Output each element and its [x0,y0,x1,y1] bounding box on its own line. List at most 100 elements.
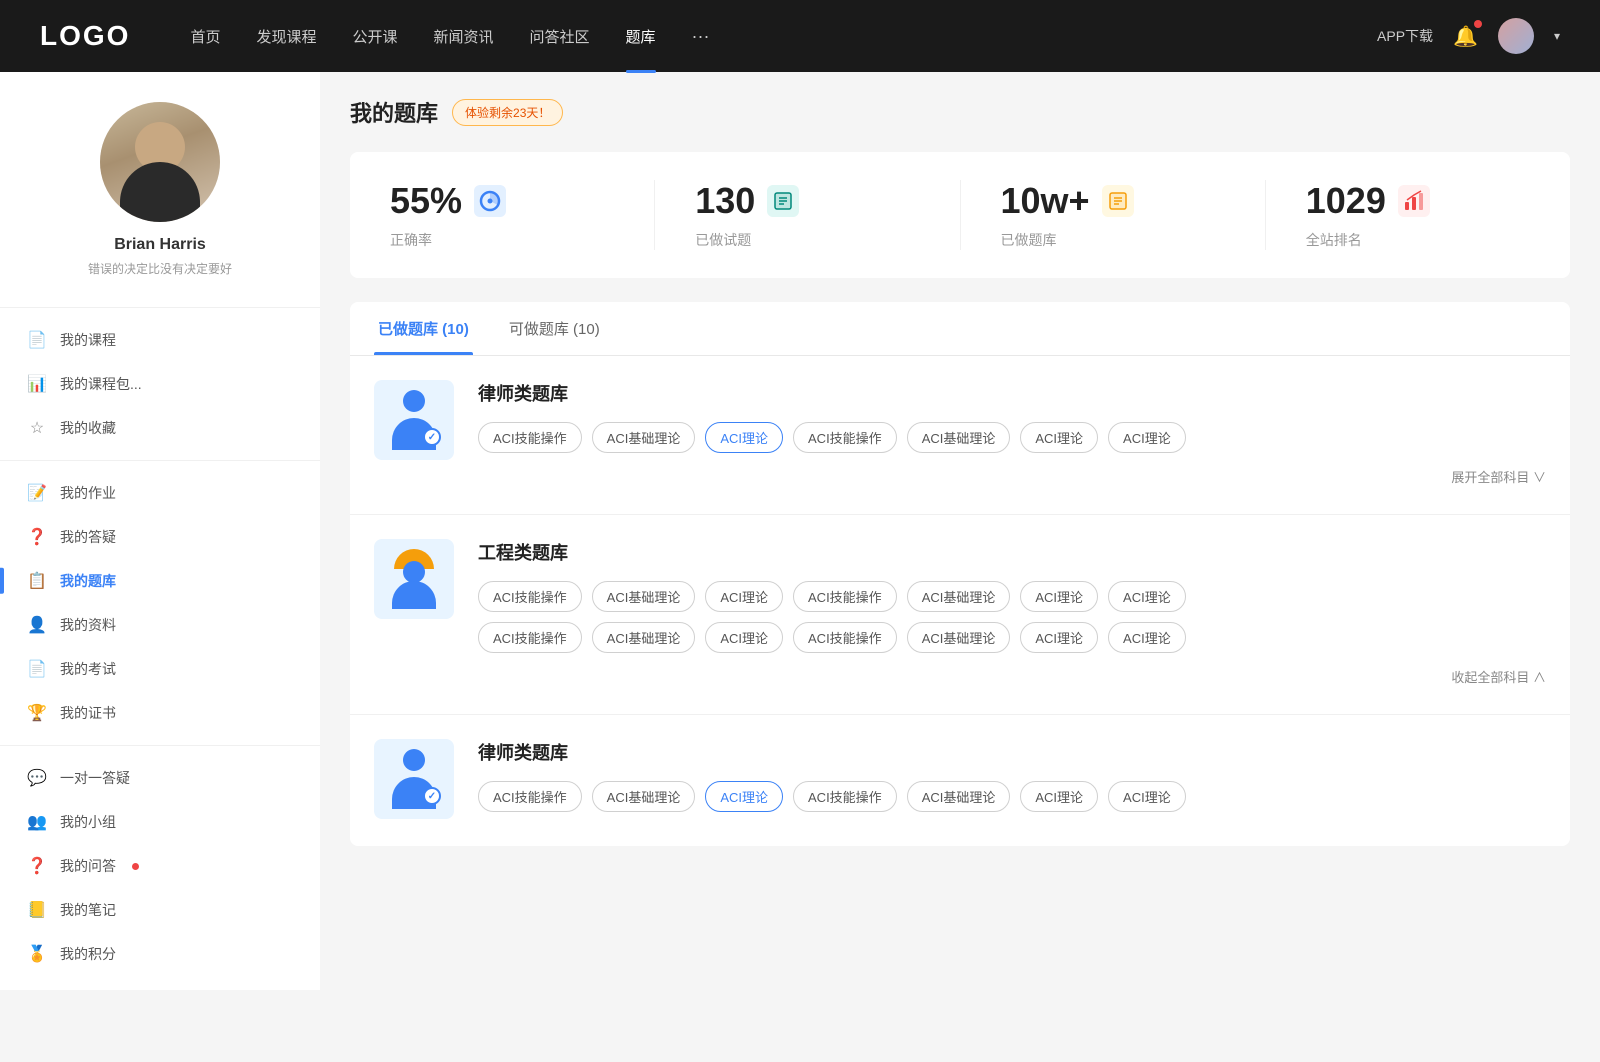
nav-bank[interactable]: 题库 [626,22,656,51]
tags-row-engineer-1: ACI技能操作 ACI基础理论 ACI理论 ACI技能操作 ACI基础理论 AC… [478,581,1546,612]
sidebar-item-label: 我的笔记 [60,900,116,920]
sidebar-item-certificate[interactable]: 🏆 我的证书 [0,691,320,735]
sidebar-item-myqa[interactable]: ❓ 我的问答 [0,844,320,888]
sidebar-item-label: 我的题库 [60,571,116,591]
stat-questions-value: 130 [695,180,755,222]
tags-row-lawyer-1: ACI技能操作 ACI基础理论 ACI理论 ACI技能操作 ACI基础理论 AC… [478,422,1546,453]
stat-top: 1029 [1306,180,1430,222]
notification-bell-icon[interactable]: 🔔 [1453,24,1478,49]
stat-top: 130 [695,180,799,222]
tag[interactable]: ACI理论 [1020,781,1098,812]
logo: LOGO [40,20,130,52]
tag[interactable]: ACI基础理论 [592,422,696,453]
tag[interactable]: ACI理论 [705,622,783,653]
nav-qa[interactable]: 问答社区 [530,22,590,51]
stat-questions: 130 已做试题 [655,180,960,250]
tag[interactable]: ACI理论 [1108,781,1186,812]
profile-icon: 👤 [28,616,46,634]
bank-icon: 📋 [28,572,46,590]
tag[interactable]: ACI基础理论 [592,622,696,653]
tag[interactable]: ACI技能操作 [793,622,897,653]
chevron-down-icon[interactable]: ▾ [1554,29,1560,43]
tag[interactable]: ACI理论 [1108,581,1186,612]
bank-title-engineer: 工程类题库 [478,539,1546,565]
sidebar-item-label: 我的问答 [60,856,116,876]
main-content: 我的题库 体验剩余23天！ 55% 正确率 [320,72,1600,990]
header-right: APP下载 🔔 ▾ [1377,18,1560,54]
tag[interactable]: ACI理论 [1020,622,1098,653]
stat-banks: 10w+ 已做题库 [961,180,1266,250]
nav-more-icon[interactable]: ··· [692,26,710,47]
sidebar-item-profile[interactable]: 👤 我的资料 [0,603,320,647]
tag[interactable]: ACI理论 [705,581,783,612]
nav-discover[interactable]: 发现课程 [256,22,316,51]
tab-done[interactable]: 已做题库 (10) [374,302,473,355]
sidebar-item-label: 一对一答疑 [60,768,130,788]
tag[interactable]: ACI基础理论 [907,781,1011,812]
stat-accuracy-label: 正确率 [390,230,432,250]
1on1-icon: 💬 [28,769,46,787]
bank-icon-lawyer [374,380,454,460]
sidebar-item-group[interactable]: 👥 我的小组 [0,800,320,844]
app-download-button[interactable]: APP下载 [1377,26,1433,46]
tag[interactable]: ACI技能操作 [478,581,582,612]
tag[interactable]: ACI技能操作 [793,581,897,612]
sidebar-item-bank[interactable]: 📋 我的题库 [0,559,320,603]
sidebar-item-1on1[interactable]: 💬 一对一答疑 [0,756,320,800]
tag[interactable]: ACI基础理论 [907,422,1011,453]
tag[interactable]: ACI基础理论 [907,581,1011,612]
bank-item-lawyer-2: 律师类题库 ACI技能操作 ACI基础理论 ACI理论 ACI技能操作 ACI基… [350,715,1570,846]
sidebar-menu: 📄 我的课程 📊 我的课程包... ☆ 我的收藏 📝 我的作业 ❓ 我的答疑 � [0,318,320,976]
tab-todo[interactable]: 可做题库 (10) [505,302,604,355]
sidebar-item-points[interactable]: 🏅 我的积分 [0,932,320,976]
sidebar-item-label: 我的证书 [60,703,116,723]
notes-icon: 📒 [28,901,46,919]
tag[interactable]: ACI技能操作 [478,422,582,453]
sidebar-item-course[interactable]: 📄 我的课程 [0,318,320,362]
exam-icon: 📄 [28,660,46,678]
main-nav: 首页 发现课程 公开课 新闻资讯 问答社区 题库 ··· [190,22,1377,51]
sidebar: Brian Harris 错误的决定比没有决定要好 📄 我的课程 📊 我的课程包… [0,72,320,990]
points-icon: 🏅 [28,945,46,963]
sidebar-item-exam[interactable]: 📄 我的考试 [0,647,320,691]
sidebar-item-qa[interactable]: ❓ 我的答疑 [0,515,320,559]
tag[interactable]: ACI基础理论 [592,581,696,612]
notification-badge [1474,20,1482,28]
bank-item-lawyer-1: 律师类题库 ACI技能操作 ACI基础理论 ACI理论 ACI技能操作 ACI基… [350,356,1570,515]
sidebar-item-coursepack[interactable]: 📊 我的课程包... [0,362,320,406]
expand-button-lawyer-1[interactable]: 展开全部科目 ∨ [478,463,1546,490]
bank-info-engineer: 工程类题库 ACI技能操作 ACI基础理论 ACI理论 ACI技能操作 ACI基… [478,539,1546,690]
sidebar-item-homework[interactable]: 📝 我的作业 [0,471,320,515]
bank-list: 律师类题库 ACI技能操作 ACI基础理论 ACI理论 ACI技能操作 ACI基… [350,356,1570,846]
nav-news[interactable]: 新闻资讯 [434,22,494,51]
favorites-icon: ☆ [28,419,46,437]
tag[interactable]: ACI理论 [1020,581,1098,612]
tag[interactable]: ACI理论 [1108,422,1186,453]
profile-avatar [100,102,220,222]
tag[interactable]: ACI理论 [1020,422,1098,453]
tag[interactable]: ACI技能操作 [478,781,582,812]
tag[interactable]: ACI基础理论 [592,781,696,812]
tag[interactable]: ACI技能操作 [478,622,582,653]
engineer-figure-icon [387,549,441,609]
sidebar-item-favorites[interactable]: ☆ 我的收藏 [0,406,320,450]
stat-top: 55% [390,180,506,222]
page-title: 我的题库 [350,96,438,128]
tag-selected[interactable]: ACI理论 [705,422,783,453]
tag[interactable]: ACI技能操作 [793,422,897,453]
nav-open-course[interactable]: 公开课 [352,22,397,51]
banks-icon [1102,185,1134,217]
course-icon: 📄 [28,331,46,349]
layout: Brian Harris 错误的决定比没有决定要好 📄 我的课程 📊 我的课程包… [0,72,1600,990]
stat-rank-value: 1029 [1306,180,1386,222]
lawyer-figure-icon-2 [387,749,441,809]
avatar[interactable] [1498,18,1534,54]
sidebar-item-notes[interactable]: 📒 我的笔记 [0,888,320,932]
stats-card: 55% 正确率 130 [350,152,1570,278]
tag[interactable]: ACI基础理论 [907,622,1011,653]
expand-button-engineer[interactable]: 收起全部科目 ∧ [478,663,1546,690]
tag[interactable]: ACI理论 [1108,622,1186,653]
tag[interactable]: ACI技能操作 [793,781,897,812]
tag-selected[interactable]: ACI理论 [705,781,783,812]
nav-home[interactable]: 首页 [190,22,220,51]
